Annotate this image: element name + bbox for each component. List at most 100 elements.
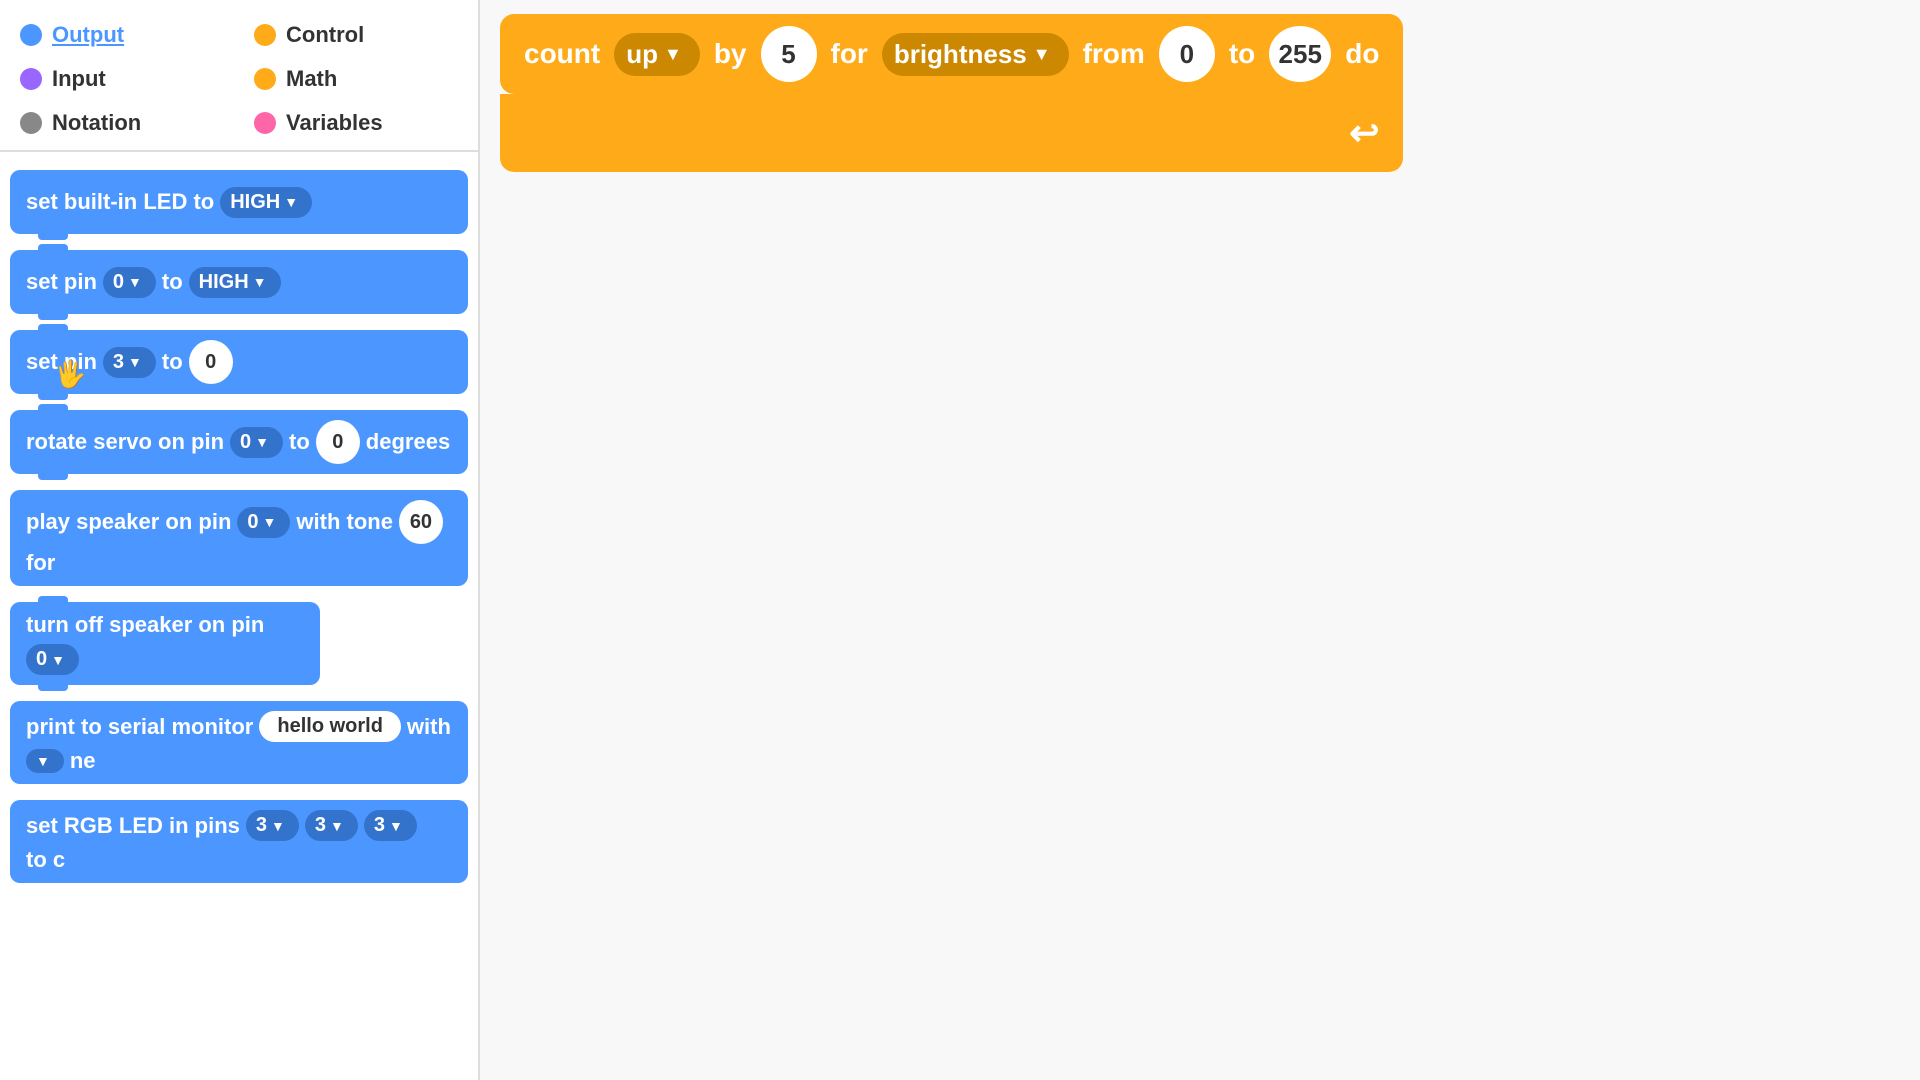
count-to-value[interactable]: 255 [1269, 26, 1331, 82]
speaker-pin-value: 0 [247, 511, 258, 534]
orange-block-main-row: count up ▼ by 5 for brightness ▼ from 0 … [500, 14, 1403, 94]
from-label: from [1083, 38, 1145, 70]
set-rgb-to-c: to c [26, 847, 65, 873]
block-play-speaker[interactable]: play speaker on pin 0 ▼ with tone 60 for [10, 490, 468, 586]
builtin-led-value: HIGH [230, 191, 280, 214]
servo-pin-arrow: ▼ [255, 434, 269, 450]
count-var-dropdown[interactable]: brightness ▼ [882, 33, 1069, 76]
servo-angle-num: 0 [332, 431, 343, 454]
category-output[interactable]: Output [20, 18, 224, 52]
control-dot [254, 24, 276, 46]
block-set-builtin-led[interactable]: set built-in LED to HIGH ▼ [10, 170, 468, 234]
output-label: Output [52, 22, 124, 48]
print-serial-with: with [407, 714, 451, 740]
variables-dot [254, 112, 276, 134]
block-set-pin-high[interactable]: set pin 0 ▼ to HIGH ▼ [10, 250, 468, 314]
print-serial-string-val: hello world [277, 715, 383, 738]
set-pin-val-pin-value: 3 [113, 351, 124, 374]
speaker-tone-num: 60 [410, 511, 432, 534]
category-variables[interactable]: Variables [254, 106, 458, 140]
rgb-pin2-arrow: ▼ [330, 818, 344, 834]
orange-count-block[interactable]: count up ▼ by 5 for brightness ▼ from 0 … [500, 14, 1403, 172]
count-by-value[interactable]: 5 [761, 26, 817, 82]
set-pin-text: set pin [26, 269, 97, 295]
speaker-tone-value[interactable]: 60 [399, 500, 443, 544]
rotate-servo-to: to [289, 429, 310, 455]
set-pin-level-dropdown[interactable]: HIGH ▼ [189, 267, 281, 298]
control-label: Control [286, 22, 364, 48]
speaker-pin-arrow: ▼ [263, 514, 277, 530]
rgb-pin3-value: 3 [374, 814, 385, 837]
variables-label: Variables [286, 110, 383, 136]
math-dot [254, 68, 276, 90]
divider [0, 150, 478, 152]
category-notation[interactable]: Notation [20, 106, 224, 140]
set-pin-level-arrow: ▼ [253, 274, 267, 290]
rgb-pin1-value: 3 [256, 814, 267, 837]
rgb-pin3-dropdown[interactable]: 3 ▼ [364, 810, 417, 841]
block-set-pin-value[interactable]: set pin 3 ▼ to 0 🖐 [10, 330, 468, 394]
count-to-num: 255 [1279, 39, 1322, 70]
set-pin-pin-arrow: ▼ [128, 274, 142, 290]
loop-return-icon: ↩ [1349, 112, 1379, 154]
set-pin-val-pin-dropdown[interactable]: 3 ▼ [103, 347, 156, 378]
category-math[interactable]: Math [254, 62, 458, 96]
do-label: do [1345, 38, 1379, 70]
by-label: by [714, 38, 747, 70]
set-pin-val-to: to [162, 349, 183, 375]
rgb-pin2-value: 3 [315, 814, 326, 837]
category-control[interactable]: Control [254, 18, 458, 52]
to-label: to [1229, 38, 1255, 70]
servo-angle-value[interactable]: 0 [316, 420, 360, 464]
turn-off-speaker-pin-arrow: ▼ [51, 652, 65, 668]
count-var-arrow: ▼ [1033, 44, 1051, 65]
block-set-builtin-led-text1: set built-in LED to [26, 189, 214, 215]
print-serial-ne: ne [70, 748, 96, 774]
rotate-servo-text: rotate servo on pin [26, 429, 224, 455]
block-rotate-servo[interactable]: rotate servo on pin 0 ▼ to 0 degrees [10, 410, 468, 474]
set-pin-val-pin-arrow: ▼ [128, 354, 142, 370]
count-direction-value: up [626, 39, 658, 70]
count-label: count [524, 38, 600, 70]
left-panel: Output Control Input Math Notation Varia… [0, 0, 480, 1080]
rgb-pin3-arrow: ▼ [389, 818, 403, 834]
print-serial-newline-dropdown[interactable]: ▼ [26, 749, 64, 773]
input-label: Input [52, 66, 106, 92]
right-canvas: count up ▼ by 5 for brightness ▼ from 0 … [480, 0, 1920, 1080]
print-serial-text: print to serial monitor [26, 714, 253, 740]
count-from-num: 0 [1180, 39, 1194, 70]
block-print-serial[interactable]: print to serial monitor hello world with… [10, 701, 468, 784]
set-pin-val-text: set pin [26, 349, 97, 375]
play-speaker-text: play speaker on pin [26, 509, 231, 535]
rgb-pin1-dropdown[interactable]: 3 ▼ [246, 810, 299, 841]
count-from-value[interactable]: 0 [1159, 26, 1215, 82]
turn-off-speaker-pin-dropdown[interactable]: 0 ▼ [26, 644, 79, 675]
builtin-led-dropdown[interactable]: HIGH ▼ [220, 187, 312, 218]
servo-pin-value: 0 [240, 431, 251, 454]
count-direction-dropdown[interactable]: up ▼ [614, 33, 700, 76]
print-serial-string[interactable]: hello world [259, 711, 401, 742]
count-var-value: brightness [894, 39, 1027, 70]
set-pin-to-text: to [162, 269, 183, 295]
rgb-pin1-arrow: ▼ [271, 818, 285, 834]
rotate-servo-degrees: degrees [366, 429, 450, 455]
speaker-pin-dropdown[interactable]: 0 ▼ [237, 507, 290, 538]
set-pin-pin-dropdown[interactable]: 0 ▼ [103, 267, 156, 298]
category-input[interactable]: Input [20, 62, 224, 96]
blocks-list: set built-in LED to HIGH ▼ set pin 0 ▼ t… [0, 170, 478, 1080]
output-dot [20, 24, 42, 46]
block-turn-off-speaker[interactable]: turn off speaker on pin 0 ▼ [10, 602, 320, 685]
set-pin-val-num: 0 [205, 351, 216, 374]
print-serial-newline-arrow: ▼ [36, 753, 50, 769]
orange-block-body-row: ↩ [500, 94, 1403, 172]
block-set-rgb[interactable]: set RGB LED in pins 3 ▼ 3 ▼ 3 ▼ to c [10, 800, 468, 883]
notation-dot [20, 112, 42, 134]
rgb-pin2-dropdown[interactable]: 3 ▼ [305, 810, 358, 841]
set-rgb-text: set RGB LED in pins [26, 813, 240, 839]
set-pin-val-value[interactable]: 0 [189, 340, 233, 384]
count-by-num: 5 [781, 39, 795, 70]
turn-off-speaker-pin-value: 0 [36, 648, 47, 671]
servo-pin-dropdown[interactable]: 0 ▼ [230, 427, 283, 458]
math-label: Math [286, 66, 337, 92]
play-speaker-with: with tone [296, 509, 393, 535]
